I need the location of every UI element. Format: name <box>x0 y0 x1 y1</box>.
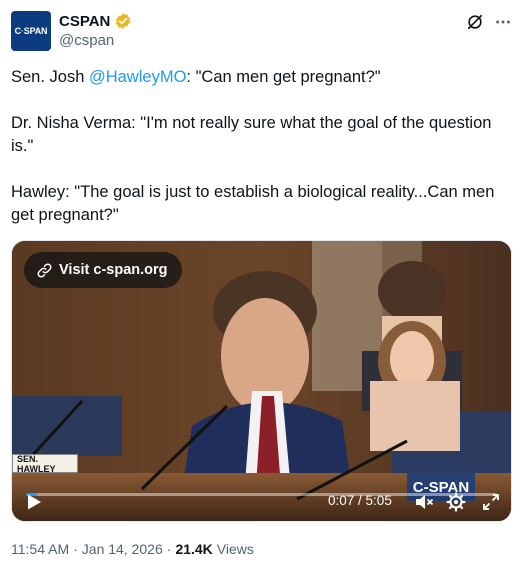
visit-website-label: Visit c-span.org <box>59 262 168 278</box>
tweet-text: Sen. Josh @HawleyMO: "Can men get pregna… <box>11 66 512 227</box>
video-controls: 0:07 / 5:05 <box>12 492 511 521</box>
tweet-time[interactable]: 11:54 AM <box>11 541 69 557</box>
visit-website-button[interactable]: Visit c-span.org <box>24 252 182 288</box>
more-icon[interactable] <box>494 13 512 31</box>
video-current-time: 0:07 <box>328 493 355 508</box>
avatar[interactable]: C · SPAN <box>11 11 51 51</box>
settings-icon[interactable] <box>446 492 466 512</box>
video-duration: 5:05 <box>365 493 392 508</box>
fullscreen-icon[interactable] <box>482 493 500 511</box>
tweet-meta: 11:54 AM · Jan 14, 2026 · 21.4K Views <box>11 541 254 557</box>
video-time: 0:07 / 5:05 <box>328 493 392 508</box>
tweet-paragraph-2: Dr. Nisha Verma: "I'm not really sure wh… <box>11 114 497 155</box>
meta-separator-2: · <box>166 541 172 557</box>
avatar-text-span: SPAN <box>23 26 48 36</box>
video-player[interactable]: Visit c-span.org SEN. HAWLEY C-SPAN 0:07… <box>11 240 512 522</box>
tweet-paragraph-3: Hawley: "The goal is just to establish a… <box>11 183 499 224</box>
play-icon[interactable] <box>26 493 42 511</box>
tweet-line1-prefix: Sen. Josh <box>11 68 89 86</box>
author-display-name[interactable]: CSPAN <box>59 13 110 30</box>
video-time-separator: / <box>354 493 366 508</box>
senator-nameplate: SEN. HAWLEY <box>12 454 78 474</box>
views-count[interactable]: 21.4K <box>175 541 212 557</box>
tweet-date[interactable]: Jan 14, 2026 <box>82 541 163 557</box>
author-handle[interactable]: @cspan <box>59 32 132 49</box>
mention-link[interactable]: @HawleyMO <box>89 68 186 86</box>
tweet-line1-suffix: : "Can men get pregnant?" <box>186 68 381 86</box>
link-icon <box>36 262 53 279</box>
verified-badge-icon[interactable] <box>114 12 132 30</box>
meta-separator: · <box>73 541 78 557</box>
mute-icon[interactable] <box>414 492 434 512</box>
author-names: CSPAN @cspan <box>59 11 132 49</box>
tweet-header: C · SPAN CSPAN @cspan <box>11 11 512 51</box>
views-label: Views <box>216 541 254 557</box>
grok-icon[interactable] <box>466 13 484 31</box>
